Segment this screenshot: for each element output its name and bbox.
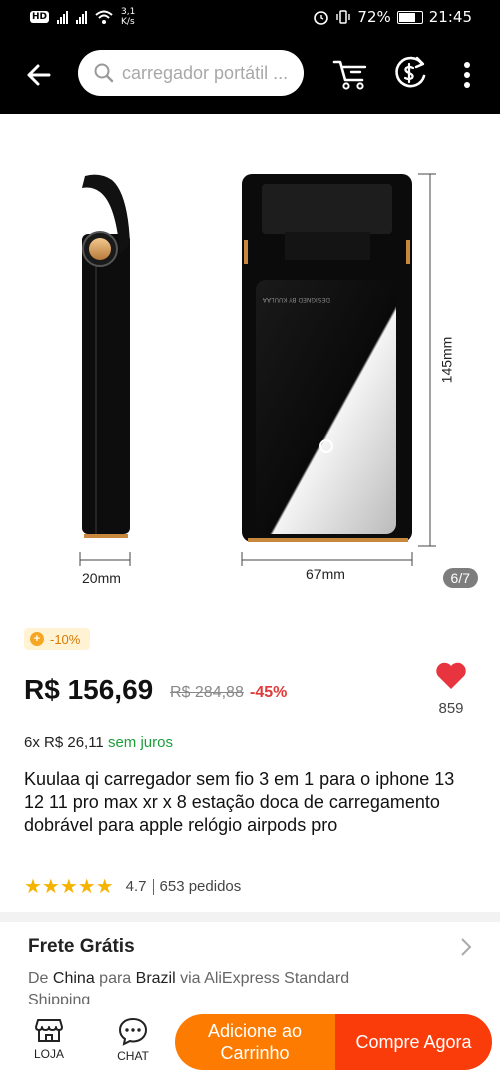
battery-percent: 72% [357,8,391,26]
coin-icon[interactable] [392,54,428,92]
price: R$ 156,69 [24,674,154,705]
bottom-action-bar: LOJA CHAT Adicione ao Carrinho Compre Ag… [0,1006,500,1083]
coupon-value: -10% [50,631,81,647]
shipping-to-label: para [99,970,132,987]
add-to-cart-button[interactable]: Adicione ao Carrinho [175,1014,335,1070]
signal-icon-2 [76,10,88,24]
back-arrow-icon[interactable] [24,60,54,90]
search-input[interactable] [120,61,294,85]
chat-button[interactable]: CHAT [108,1016,158,1063]
installments: 6x R$ 26,11 sem juros [24,734,173,751]
network-speed-unit: K/s [121,17,135,27]
chevron-right-icon[interactable] [460,937,472,957]
status-bar: HD 3,1 K/s 72% 21:45 [0,0,500,34]
shipping-destination: Brazil [135,970,176,987]
search-icon [94,63,114,83]
product-image: DESIGNED BY KUULAA [79,173,436,566]
more-options-icon[interactable] [462,60,472,90]
engraving-text: DESIGNED BY KUULAA [262,296,330,303]
chat-icon [118,1017,148,1046]
rating-value: 4.7 [125,878,147,895]
divider [152,878,154,895]
network-speed: 3,1 K/s [121,7,135,27]
chat-label: CHAT [117,1049,149,1063]
top-navigation-bar [0,34,500,114]
wishlist-count: 859 [438,700,464,717]
store-button[interactable]: LOJA [24,1016,74,1061]
status-left: HD 3,1 K/s [30,7,135,27]
installments-note: sem juros [107,734,173,751]
shipping-heading: Frete Grátis [28,936,135,957]
dimension-side-width: 20mm [82,570,121,586]
shipping-from-label: De [28,970,49,987]
battery-icon [396,10,423,24]
orders-count: 653 pedidos [159,878,242,895]
store-icon [35,1019,63,1042]
star-rating-icon: ★★★★★ [24,876,114,898]
shipping-details[interactable]: De China para Brazil via AliExpress Stan… [28,968,408,1004]
discount-percent: -45% [250,684,288,701]
shipping-origin: China [52,970,95,987]
coupon-badge[interactable]: + -10% [24,628,91,650]
search-bar[interactable] [78,50,304,96]
buy-now-button[interactable]: Compre Agora [335,1014,492,1070]
image-pager: 6/7 [442,568,478,588]
store-label: LOJA [33,1047,64,1061]
section-divider [0,912,500,922]
wishlist-heart-icon[interactable] [435,660,467,692]
original-price: R$ 284,88 [170,684,244,701]
alarm-icon [314,11,329,25]
vibrate-icon [336,10,351,24]
clock: 21:45 [428,8,472,26]
coin-badge-icon: + [30,632,44,646]
wifi-icon [95,10,113,24]
hd-badge: HD [30,11,50,23]
cart-icon[interactable] [332,56,368,92]
status-right: 72% 21:45 [313,8,472,26]
installments-value: 6x R$ 26,11 [24,734,104,751]
network-speed-value: 3,1 [121,7,136,17]
product-image-gallery[interactable]: DESIGNED BY KUULAA 20mm 67mm 145mm 6/7 [0,114,500,614]
product-title: Kuulaa qi carregador sem fio 3 em 1 para… [24,769,455,835]
dimension-height: 145mm [438,336,455,384]
signal-icon [57,10,69,24]
dimension-front-width: 67mm [306,566,345,582]
rating-row[interactable]: ★★★★★ 4.7 653 pedidos [24,874,241,899]
